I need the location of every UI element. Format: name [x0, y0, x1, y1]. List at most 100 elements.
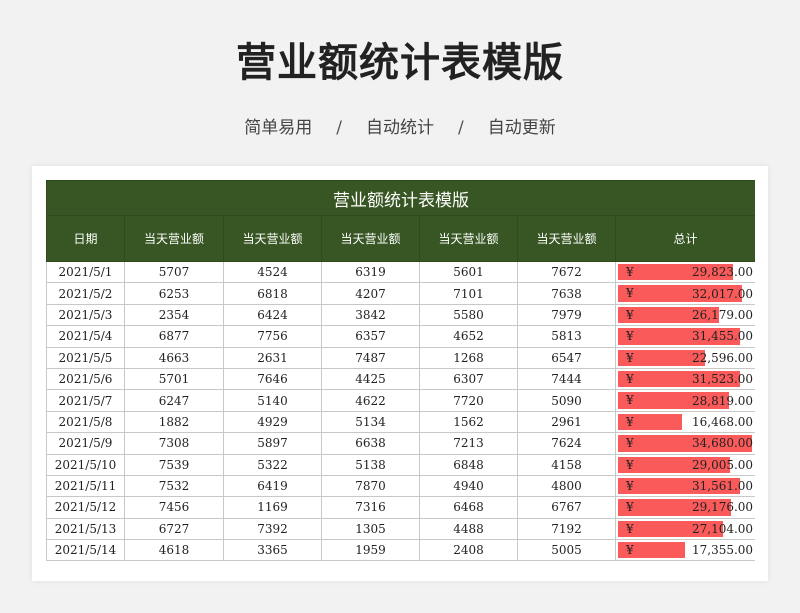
- cell-total[interactable]: ¥34,680.00: [614, 432, 755, 455]
- cell-date[interactable]: 2021/5/14: [46, 539, 125, 562]
- cell-date[interactable]: 2021/5/1: [46, 260, 125, 284]
- cell-daily-revenue[interactable]: 7539: [124, 453, 224, 476]
- header-daily-revenue[interactable]: 当天营业额: [517, 215, 616, 262]
- cell-daily-revenue[interactable]: 7444: [517, 367, 616, 391]
- cell-daily-revenue[interactable]: 5134: [321, 410, 420, 434]
- cell-total[interactable]: ¥26,179.00: [614, 303, 755, 327]
- cell-daily-revenue[interactable]: 2631: [223, 346, 322, 369]
- cell-date[interactable]: 2021/5/10: [46, 453, 125, 476]
- cell-daily-revenue[interactable]: 4158: [517, 453, 616, 476]
- cell-daily-revenue[interactable]: 7101: [419, 282, 518, 305]
- cell-daily-revenue[interactable]: 5897: [223, 432, 322, 455]
- cell-daily-revenue[interactable]: 6727: [124, 517, 224, 541]
- cell-date[interactable]: 2021/5/9: [46, 432, 125, 455]
- cell-daily-revenue[interactable]: 5813: [517, 325, 616, 348]
- cell-daily-revenue[interactable]: 7720: [419, 389, 518, 412]
- cell-total[interactable]: ¥29,005.00: [614, 453, 755, 476]
- cell-daily-revenue[interactable]: 6253: [124, 282, 224, 305]
- cell-daily-revenue[interactable]: 6818: [223, 282, 322, 305]
- cell-daily-revenue[interactable]: 5140: [223, 389, 322, 412]
- cell-date[interactable]: 2021/5/6: [46, 367, 125, 391]
- cell-daily-revenue[interactable]: 7316: [321, 496, 420, 519]
- cell-daily-revenue[interactable]: 2354: [124, 303, 224, 327]
- cell-daily-revenue[interactable]: 4488: [419, 517, 518, 541]
- cell-total[interactable]: ¥31,523.00: [614, 367, 755, 391]
- cell-daily-revenue[interactable]: 7308: [124, 432, 224, 455]
- cell-daily-revenue[interactable]: 3365: [223, 539, 322, 562]
- header-daily-revenue[interactable]: 当天营业额: [124, 215, 224, 262]
- cell-daily-revenue[interactable]: 5322: [223, 453, 322, 476]
- cell-daily-revenue[interactable]: 1562: [419, 410, 518, 434]
- header-daily-revenue[interactable]: 当天营业额: [419, 215, 518, 262]
- cell-total[interactable]: ¥28,819.00: [614, 389, 755, 412]
- cell-daily-revenue[interactable]: 7532: [124, 474, 224, 498]
- cell-daily-revenue[interactable]: 6638: [321, 432, 420, 455]
- cell-daily-revenue[interactable]: 7756: [223, 325, 322, 348]
- cell-total[interactable]: ¥29,176.00: [614, 496, 755, 519]
- cell-daily-revenue[interactable]: 4663: [124, 346, 224, 369]
- cell-daily-revenue[interactable]: 5580: [419, 303, 518, 327]
- cell-daily-revenue[interactable]: 4800: [517, 474, 616, 498]
- cell-total[interactable]: ¥31,455.00: [614, 325, 755, 348]
- cell-daily-revenue[interactable]: 1169: [223, 496, 322, 519]
- cell-daily-revenue[interactable]: 6468: [419, 496, 518, 519]
- cell-date[interactable]: 2021/5/13: [46, 517, 125, 541]
- cell-date[interactable]: 2021/5/3: [46, 303, 125, 327]
- cell-total[interactable]: ¥27,104.00: [614, 517, 755, 541]
- header-date[interactable]: 日期: [46, 215, 125, 262]
- cell-daily-revenue[interactable]: 6767: [517, 496, 616, 519]
- cell-daily-revenue[interactable]: 4207: [321, 282, 420, 305]
- cell-daily-revenue[interactable]: 5138: [321, 453, 420, 476]
- cell-daily-revenue[interactable]: 4929: [223, 410, 322, 434]
- cell-total[interactable]: ¥17,355.00: [614, 539, 755, 562]
- cell-daily-revenue[interactable]: 5707: [124, 260, 224, 284]
- cell-total[interactable]: ¥29,823.00: [614, 260, 755, 284]
- cell-daily-revenue[interactable]: 4425: [321, 367, 420, 391]
- cell-daily-revenue[interactable]: 7870: [321, 474, 420, 498]
- cell-daily-revenue[interactable]: 3842: [321, 303, 420, 327]
- cell-daily-revenue[interactable]: 6307: [419, 367, 518, 391]
- cell-daily-revenue[interactable]: 1959: [321, 539, 420, 562]
- cell-daily-revenue[interactable]: 4618: [124, 539, 224, 562]
- cell-daily-revenue[interactable]: 2408: [419, 539, 518, 562]
- cell-total[interactable]: ¥32,017.00: [614, 282, 755, 305]
- header-daily-revenue[interactable]: 当天营业额: [321, 215, 420, 262]
- cell-total[interactable]: ¥22,596.00: [614, 346, 755, 369]
- cell-daily-revenue[interactable]: 5601: [419, 260, 518, 284]
- cell-daily-revenue[interactable]: 6848: [419, 453, 518, 476]
- cell-daily-revenue[interactable]: 1305: [321, 517, 420, 541]
- cell-date[interactable]: 2021/5/11: [46, 474, 125, 498]
- cell-daily-revenue[interactable]: 7624: [517, 432, 616, 455]
- cell-daily-revenue[interactable]: 7392: [223, 517, 322, 541]
- cell-daily-revenue[interactable]: 6877: [124, 325, 224, 348]
- cell-daily-revenue[interactable]: 6419: [223, 474, 322, 498]
- cell-date[interactable]: 2021/5/8: [46, 410, 125, 434]
- cell-daily-revenue[interactable]: 4940: [419, 474, 518, 498]
- cell-date[interactable]: 2021/5/7: [46, 389, 125, 412]
- cell-daily-revenue[interactable]: 7213: [419, 432, 518, 455]
- cell-daily-revenue[interactable]: 6319: [321, 260, 420, 284]
- cell-daily-revenue[interactable]: 7646: [223, 367, 322, 391]
- cell-date[interactable]: 2021/5/5: [46, 346, 125, 369]
- header-daily-revenue[interactable]: 当天营业额: [223, 215, 322, 262]
- cell-daily-revenue[interactable]: 1268: [419, 346, 518, 369]
- cell-daily-revenue[interactable]: 6424: [223, 303, 322, 327]
- cell-daily-revenue[interactable]: 5701: [124, 367, 224, 391]
- cell-daily-revenue[interactable]: 4622: [321, 389, 420, 412]
- cell-daily-revenue[interactable]: 6357: [321, 325, 420, 348]
- cell-daily-revenue[interactable]: 7487: [321, 346, 420, 369]
- cell-date[interactable]: 2021/5/4: [46, 325, 125, 348]
- cell-daily-revenue[interactable]: 7672: [517, 260, 616, 284]
- cell-daily-revenue[interactable]: 2961: [517, 410, 616, 434]
- cell-daily-revenue[interactable]: 7979: [517, 303, 616, 327]
- cell-daily-revenue[interactable]: 5005: [517, 539, 616, 562]
- cell-date[interactable]: 2021/5/2: [46, 282, 125, 305]
- header-total[interactable]: 总计: [614, 215, 755, 262]
- cell-total[interactable]: ¥16,468.00: [614, 410, 755, 434]
- cell-daily-revenue[interactable]: 7192: [517, 517, 616, 541]
- cell-daily-revenue[interactable]: 4652: [419, 325, 518, 348]
- cell-total[interactable]: ¥31,561.00: [614, 474, 755, 498]
- cell-daily-revenue[interactable]: 7638: [517, 282, 616, 305]
- cell-daily-revenue[interactable]: 7456: [124, 496, 224, 519]
- cell-date[interactable]: 2021/5/12: [46, 496, 125, 519]
